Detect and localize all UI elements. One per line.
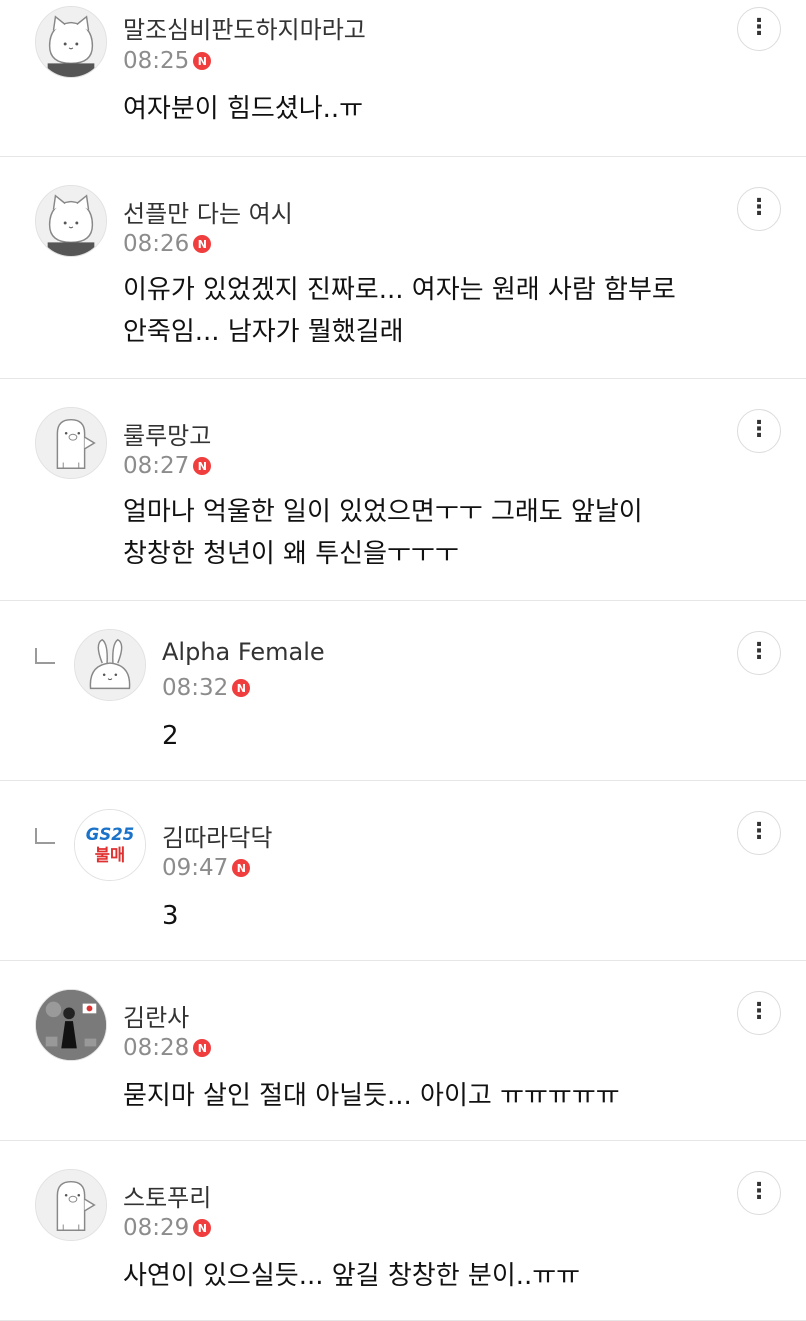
- comment-nickname[interactable]: 말조심비판도하지마라고: [123, 10, 366, 45]
- comment-text: 2: [162, 721, 179, 751]
- reply-arrow-icon: [35, 648, 55, 664]
- comment-meta: 08:29 N: [123, 1215, 212, 1241]
- more-vertical-icon: ⋮: [748, 819, 770, 844]
- comment-text: 3: [162, 901, 179, 931]
- comment-item: 스토푸리 08:29 N 사연이 있으실듯... 앞길 창창한 분이..ㅠㅠ ⋮: [0, 1141, 806, 1321]
- comment-text: 얼마나 억울한 일이 있었으면ㅜㅜ 그래도 앞날이 창창한 청년이 왜 투신을ㅜ…: [123, 497, 643, 569]
- pig-avatar-icon[interactable]: [35, 1169, 107, 1241]
- new-badge: N: [193, 235, 212, 253]
- gs25-avatar-icon[interactable]: GS25 불매: [74, 809, 146, 881]
- pig-avatar-icon[interactable]: [35, 407, 107, 479]
- comment-meta: 08:27 N: [123, 453, 212, 479]
- more-vertical-icon: ⋮: [748, 417, 770, 442]
- comment-nickname[interactable]: 김따라닥닥: [162, 818, 272, 853]
- comment-meta: 09:47 N: [162, 855, 251, 881]
- comment-time: 08:28: [123, 1035, 190, 1061]
- comment-item: 김란사 08:28 N 묻지마 살인 절대 아닐듯... 아이고 ㅠㅠㅠㅠㅠ ⋮: [0, 961, 806, 1141]
- more-options-button[interactable]: ⋮: [737, 7, 781, 51]
- comment-meta: 08:26 N: [123, 231, 212, 257]
- more-vertical-icon: ⋮: [748, 1179, 770, 1204]
- comment-item: 룰루망고 08:27 N 얼마나 억울한 일이 있었으면ㅜㅜ 그래도 앞날이 창…: [0, 379, 806, 601]
- comment-text: 여자분이 힘드셨나..ㅠ: [123, 94, 364, 124]
- reply-item: GS25 불매 김따라닥닥 09:47 N 3 ⋮: [0, 781, 806, 961]
- cat-avatar-icon[interactable]: [35, 6, 107, 78]
- comment-time: 08:29: [123, 1215, 190, 1241]
- comment-nickname[interactable]: 룰루망고: [123, 416, 211, 451]
- comment-nickname[interactable]: 선플만 다는 여시: [123, 194, 293, 229]
- new-badge: N: [193, 52, 212, 70]
- comment-meta: 08:25 N: [123, 48, 212, 74]
- new-badge: N: [232, 679, 251, 697]
- comment-time: 08:32: [162, 675, 229, 701]
- reply-arrow-icon: [35, 828, 55, 844]
- more-vertical-icon: ⋮: [748, 15, 770, 40]
- more-options-button[interactable]: ⋮: [737, 991, 781, 1035]
- more-vertical-icon: ⋮: [748, 639, 770, 664]
- more-options-button[interactable]: ⋮: [737, 811, 781, 855]
- new-badge: N: [193, 1039, 212, 1057]
- new-badge: N: [193, 457, 212, 475]
- more-vertical-icon: ⋮: [748, 999, 770, 1024]
- comment-meta: 08:32 N: [162, 675, 251, 701]
- bunny-avatar-icon[interactable]: [74, 629, 146, 701]
- comment-meta: 08:28 N: [123, 1035, 212, 1061]
- comment-nickname[interactable]: 김란사: [123, 998, 189, 1033]
- avatar-text-boycott: 불매: [95, 846, 125, 865]
- comment-item: 선플만 다는 여시 08:26 N 이유가 있었겠지 진짜로... 여자는 원래…: [0, 157, 806, 379]
- more-options-button[interactable]: ⋮: [737, 1171, 781, 1215]
- comment-time: 08:26: [123, 231, 190, 257]
- new-badge: N: [193, 1219, 212, 1237]
- comment-text: 묻지마 살인 절대 아닐듯... 아이고 ㅠㅠㅠㅠㅠ: [123, 1081, 620, 1111]
- reply-item: Alpha Female 08:32 N 2 ⋮: [0, 601, 806, 781]
- more-options-button[interactable]: ⋮: [737, 631, 781, 675]
- cat-avatar-icon[interactable]: [35, 185, 107, 257]
- new-badge: N: [232, 859, 251, 877]
- comment-time: 08:25: [123, 48, 190, 74]
- more-options-button[interactable]: ⋮: [737, 409, 781, 453]
- comment-nickname[interactable]: Alpha Female: [162, 638, 325, 666]
- comment-item: 말조심비판도하지마라고 08:25 N 여자분이 힘드셨나..ㅠ ⋮: [0, 0, 806, 157]
- comment-text: 이유가 있었겠지 진짜로... 여자는 원래 사람 함부로 안죽임... 남자가…: [123, 275, 676, 347]
- more-vertical-icon: ⋮: [748, 195, 770, 220]
- comment-time: 09:47: [162, 855, 229, 881]
- avatar-text-gs25: GS25: [86, 825, 134, 844]
- comment-text: 사연이 있으실듯... 앞길 창창한 분이..ㅠㅠ: [123, 1261, 581, 1291]
- more-options-button[interactable]: ⋮: [737, 187, 781, 231]
- comment-time: 08:27: [123, 453, 190, 479]
- photo-avatar-icon[interactable]: [35, 989, 107, 1061]
- comment-nickname[interactable]: 스토푸리: [123, 1178, 211, 1213]
